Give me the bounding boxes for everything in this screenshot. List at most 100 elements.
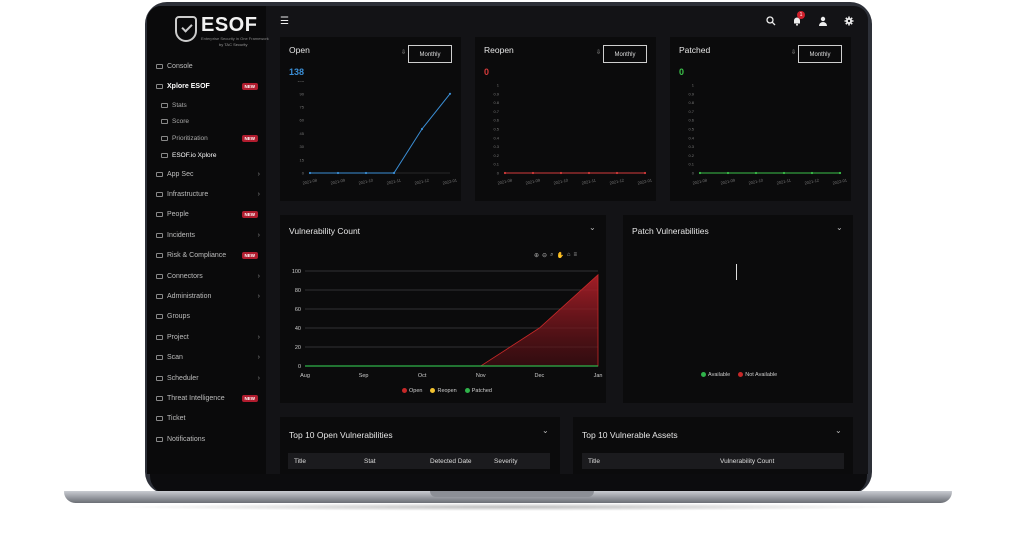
table-header: Title Stat Detected Date Severity: [288, 453, 550, 469]
data-point[interactable]: [420, 127, 424, 131]
sidebar-item-incidents[interactable]: Incidents ›: [147, 225, 266, 245]
hamburger-icon[interactable]: ☰: [280, 16, 289, 27]
sidebar-item-prioritization[interactable]: Prioritization NEW: [147, 130, 266, 147]
brand-by: by TAC Security: [219, 42, 248, 47]
sidebar-item-app-sec[interactable]: App Sec ›: [147, 164, 266, 184]
search-icon[interactable]: [766, 16, 776, 29]
y-tick-label: 75: [300, 105, 305, 110]
table-header: Title Vulnerability Count: [582, 453, 844, 469]
open-title: Open: [289, 45, 310, 55]
column-title[interactable]: Title: [582, 458, 714, 465]
sidebar-item-label: Groups: [167, 313, 190, 321]
sidebar-item-scan[interactable]: Scan ›: [147, 347, 266, 367]
sidebar-item-esof-io-xplore[interactable]: ESOF.io Xplore: [147, 147, 266, 164]
sidebar-item-threat-intelligence[interactable]: Threat Intelligence NEW: [147, 388, 266, 408]
sidebar-item-xplore-esof[interactable]: Xplore ESOF NEW: [147, 76, 266, 96]
y-tick-label: 0: [497, 171, 500, 176]
data-point[interactable]: [615, 171, 619, 175]
x-tick-label: Jan: [594, 373, 603, 379]
sidebar-item-stats[interactable]: Stats: [147, 97, 266, 114]
chevron-down-icon[interactable]: ⌄: [589, 223, 596, 232]
groups-icon: [156, 314, 163, 320]
reopen-count: 0: [484, 67, 490, 77]
data-point[interactable]: [726, 171, 730, 175]
text-cursor: [736, 264, 737, 280]
legend-open[interactable]: Open: [402, 388, 422, 394]
legend-reopen[interactable]: Reopen: [430, 388, 457, 394]
vulnerability-count-card: Vulnerability Count ⌄ ⊕ ⊖ ⌕ ✋ ⌂ ≡ 0 20 40 6…: [280, 215, 606, 403]
sidebar-item-groups[interactable]: Groups: [147, 307, 266, 327]
sidebar-item-infrastructure[interactable]: Infrastructure ›: [147, 184, 266, 204]
reopen-title: Reopen: [484, 45, 514, 55]
patched-period-button[interactable]: Monthly: [798, 45, 842, 63]
chevron-down-icon[interactable]: ⌄: [835, 426, 842, 435]
sidebar-item-administration[interactable]: Administration ›: [147, 286, 266, 306]
top-open-vulnerabilities-card: Top 10 Open Vulnerabilities ⌄ Title Stat…: [280, 417, 560, 474]
zoom-out-icon[interactable]: ⊖: [542, 252, 547, 259]
notification-count-badge: 1: [797, 11, 805, 19]
y-tick-label: 40: [295, 326, 301, 332]
pan-icon[interactable]: ✋: [556, 252, 563, 259]
esof-logo[interactable]: ESOF Enterprise Security in One Framewor…: [175, 14, 269, 48]
threat-icon: [156, 395, 163, 401]
data-point[interactable]: [782, 171, 786, 175]
sidebar-item-connectors[interactable]: Connectors ›: [147, 266, 266, 286]
data-point[interactable]: [587, 171, 591, 175]
download-icon[interactable]: ⇩: [401, 49, 406, 56]
chevron-down-icon[interactable]: ⌄: [542, 426, 549, 435]
column-vulnerability-count[interactable]: Vulnerability Count: [714, 458, 844, 465]
data-point[interactable]: [448, 92, 452, 95]
data-point[interactable]: [503, 171, 507, 175]
sidebar-item-ticket[interactable]: Ticket: [147, 409, 266, 429]
sidebar-item-scheduler[interactable]: Scheduler ›: [147, 368, 266, 388]
ticket-icon: [156, 416, 163, 422]
y-tick-label: 0.8: [493, 100, 499, 105]
data-point[interactable]: [643, 171, 647, 175]
data-point[interactable]: [531, 171, 535, 175]
data-point[interactable]: [308, 171, 312, 175]
sidebar-item-console[interactable]: Console: [147, 56, 266, 76]
column-stat[interactable]: Stat: [358, 458, 424, 465]
column-severity[interactable]: Severity: [488, 458, 550, 465]
x-tick-label: Oct: [418, 373, 427, 379]
y-tick-label: 0.7: [688, 109, 694, 114]
data-point[interactable]: [392, 171, 396, 175]
chevron-right-icon: ›: [257, 170, 260, 178]
reopen-period-button[interactable]: Monthly: [603, 45, 647, 63]
data-point[interactable]: [559, 171, 563, 175]
legend-available[interactable]: Available: [701, 372, 730, 378]
x-tick-label: 2022-01: [832, 177, 848, 185]
user-icon[interactable]: [818, 16, 828, 29]
infrastructure-icon: [156, 192, 163, 198]
zoom-in-icon[interactable]: ⊕: [534, 252, 539, 259]
open-series-area[interactable]: [305, 273, 599, 367]
menu-icon[interactable]: ≡: [574, 252, 578, 259]
sidebar-item-score[interactable]: Score: [147, 114, 266, 131]
magnify-icon[interactable]: ⌕: [550, 252, 553, 259]
data-point[interactable]: [754, 171, 758, 175]
download-icon[interactable]: ⇩: [596, 49, 601, 56]
sidebar-item-notifications[interactable]: Notifications: [147, 429, 266, 449]
download-icon[interactable]: ⇩: [791, 49, 796, 56]
data-point[interactable]: [838, 171, 842, 175]
sidebar-item-risk-compliance[interactable]: Risk & Compliance NEW: [147, 246, 266, 266]
sidebar-item-people[interactable]: People NEW: [147, 205, 266, 225]
bell-icon[interactable]: 1: [792, 11, 805, 29]
open-period-button[interactable]: Monthly: [408, 45, 452, 63]
top-open-vulnerabilities-title: Top 10 Open Vulnerabilities: [289, 430, 393, 440]
y-tick-label: 0.6: [688, 118, 694, 123]
column-detected-date[interactable]: Detected Date: [424, 458, 488, 465]
x-tick-label: 2021-10: [553, 177, 569, 185]
sidebar-item-label: People: [167, 211, 189, 219]
legend-not-available[interactable]: Not Available: [738, 372, 777, 378]
legend-patched[interactable]: Patched: [464, 388, 492, 394]
sidebar-item-project[interactable]: Project ›: [147, 327, 266, 347]
chevron-down-icon[interactable]: ⌄: [836, 223, 843, 232]
home-icon[interactable]: ⌂: [567, 252, 571, 259]
data-point[interactable]: [336, 171, 340, 175]
data-point[interactable]: [810, 171, 814, 175]
column-title[interactable]: Title: [288, 458, 358, 465]
gear-icon[interactable]: [844, 16, 854, 29]
data-point[interactable]: [698, 171, 702, 175]
data-point[interactable]: [364, 171, 368, 175]
